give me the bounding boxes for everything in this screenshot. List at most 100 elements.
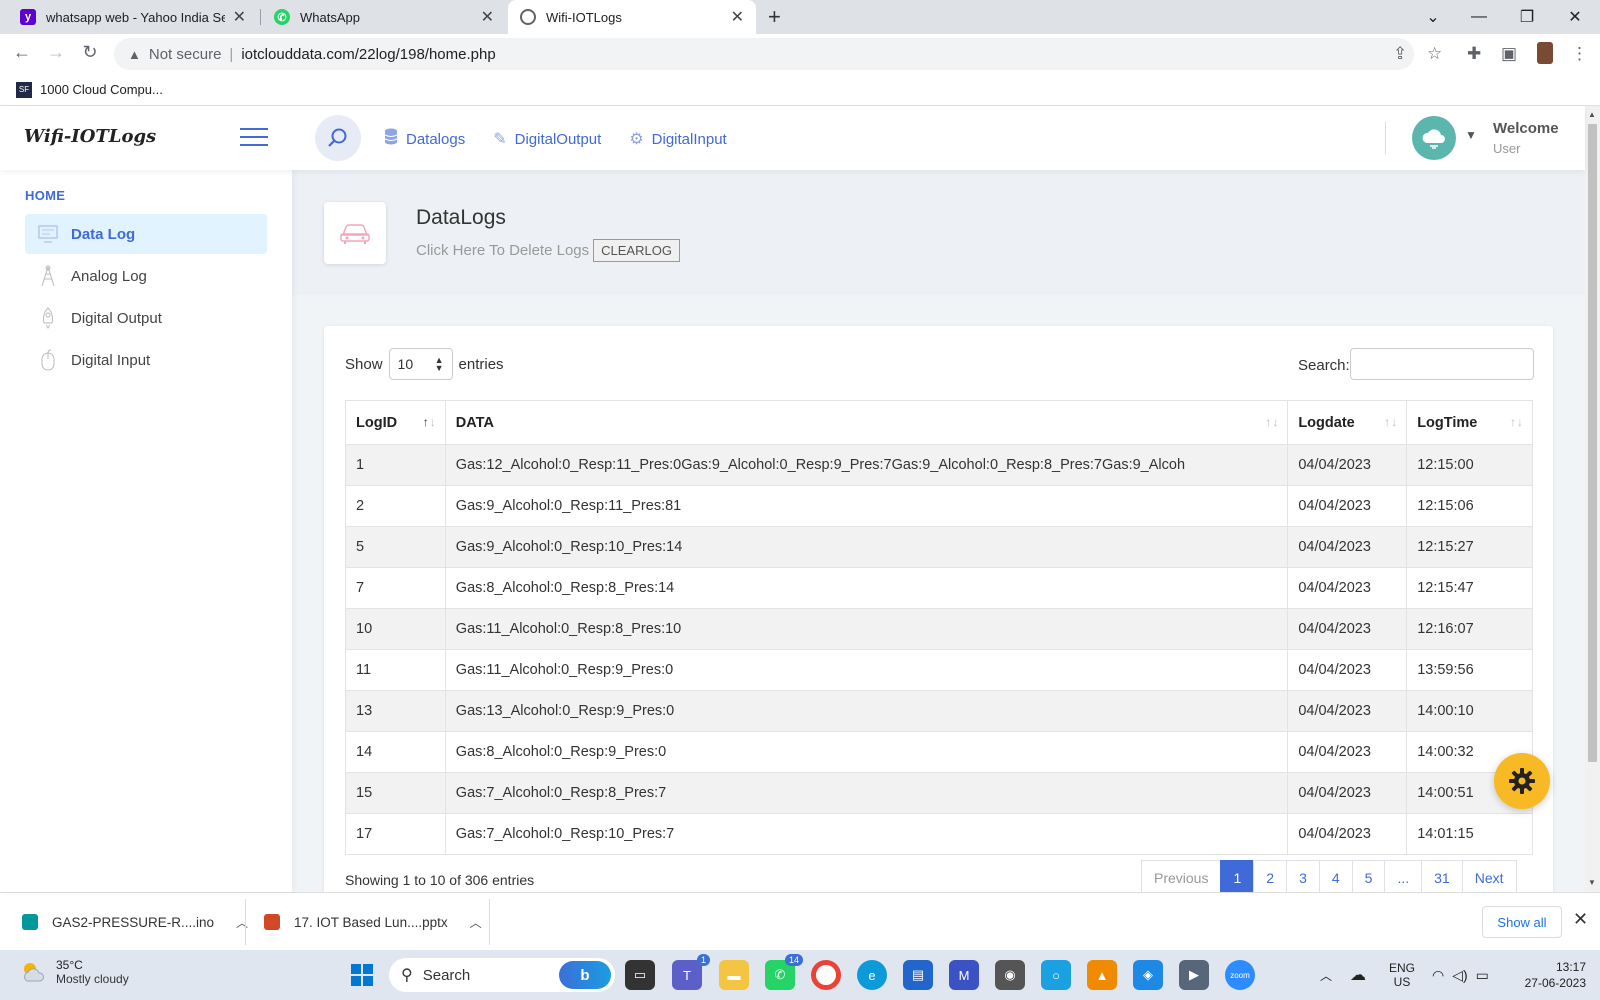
teams-icon[interactable]: T1 <box>672 954 710 990</box>
zoom-icon[interactable]: zoom <box>1225 960 1255 990</box>
column-header-logdate[interactable]: Logdate ↑↓ <box>1287 400 1408 445</box>
tab-whatsapp[interactable]: ✆ WhatsApp ✕ <box>262 0 506 34</box>
wifi-icon: ◠ <box>1432 966 1445 983</box>
language-indicator[interactable]: ENG US <box>1389 950 1415 1000</box>
clock[interactable]: 13:17 27-06-2023 <box>1512 950 1586 1000</box>
scroll-up-icon[interactable]: ▲ <box>1588 110 1596 119</box>
file-explorer-icon[interactable]: ▬ <box>719 960 749 990</box>
cell-logtime: 12:15:27 <box>1406 526 1533 568</box>
chevron-up-icon[interactable]: ︿ <box>236 914 248 931</box>
column-header-data[interactable]: DATA ↑↓ <box>444 400 1289 445</box>
search-icon[interactable] <box>315 115 361 161</box>
share-icon[interactable]: ⇪ <box>1393 44 1407 64</box>
pagination-page[interactable]: 2 <box>1253 860 1288 892</box>
app-logo[interactable]: Wifi-IOTLogs <box>24 126 156 147</box>
side-panel-icon[interactable]: ▣ <box>1501 44 1517 64</box>
gear-icon: ⚙ <box>629 131 644 148</box>
chrome-icon[interactable] <box>811 960 841 990</box>
download-item[interactable]: 17. IOT Based Lun....pptx ︿ <box>264 893 482 951</box>
user-avatar[interactable] <box>1412 116 1456 160</box>
page-title-bar: DataLogs Click Here To Delete Logs CLEAR… <box>292 170 1585 295</box>
tab-search-button[interactable]: ⌄ <box>1410 0 1456 34</box>
table-search-input[interactable] <box>1350 348 1534 380</box>
weather-widget[interactable]: 35°C Mostly cloudy <box>20 958 129 986</box>
onedrive-icon[interactable]: ☁ <box>1350 950 1366 1000</box>
whatsapp-icon[interactable]: ✆ 14 <box>765 954 803 990</box>
settings-gear-button[interactable] <box>1494 753 1550 809</box>
back-icon[interactable]: ← <box>10 42 34 63</box>
tab-wifi-iotlogs[interactable]: Wifi-IOTLogs ✕ <box>508 0 756 34</box>
pagination-page[interactable]: 1 <box>1220 860 1255 892</box>
menu-icon[interactable]: ⋮ <box>1571 44 1588 64</box>
pagination-page[interactable]: 4 <box>1318 860 1353 892</box>
store-icon[interactable]: ▤ <box>903 960 933 990</box>
app-icon[interactable]: M <box>949 960 979 990</box>
pagination-page[interactable]: 31 <box>1421 860 1463 892</box>
security-label[interactable]: Not secure <box>149 46 222 63</box>
task-view-icon[interactable]: ▭ <box>625 960 655 990</box>
edit-icon: ✎ <box>493 131 507 148</box>
new-tab-button[interactable]: + <box>768 4 781 30</box>
cell-data: Gas:9_Alcohol:0_Resp:11_Pres:81 <box>444 485 1289 527</box>
sidebar-item-digital-input[interactable]: Digital Input <box>25 340 267 380</box>
bookmark-star-icon[interactable]: ☆ <box>1427 44 1442 64</box>
hamburger-menu-icon[interactable] <box>240 128 268 148</box>
bookmark-item[interactable]: 1000 Cloud Compu... <box>40 82 163 97</box>
show-all-downloads-button[interactable]: Show all <box>1482 906 1562 938</box>
clock-date: 27-06-2023 <box>1524 976 1586 990</box>
cell-logid: 14 <box>345 731 446 773</box>
nav-label: DigitalOutput <box>514 130 602 148</box>
scroll-down-icon[interactable]: ▼ <box>1588 878 1596 887</box>
profile-avatar[interactable] <box>1537 42 1553 64</box>
pagination-next[interactable]: Next <box>1461 860 1517 892</box>
tray-chevron-icon[interactable]: ︿ <box>1320 950 1332 1000</box>
pagination-previous[interactable]: Previous <box>1141 860 1222 892</box>
window-close-button[interactable]: ✕ <box>1552 0 1598 34</box>
page-scrollbar[interactable]: ▲ ▼ <box>1585 106 1600 892</box>
system-tray-icons[interactable]: ◠ ◁) ▭ <box>1432 950 1489 1000</box>
nav-digitalinput[interactable]: ⚙ DigitalInput <box>629 128 726 150</box>
reload-icon[interactable]: ↻ <box>78 42 102 63</box>
sidebar-item-data-log[interactable]: Data Log <box>25 214 267 254</box>
clearlog-button[interactable]: CLEARLOG <box>593 239 680 262</box>
close-icon[interactable]: ✕ <box>481 7 494 27</box>
close-icon[interactable]: ✕ <box>1573 909 1588 930</box>
close-icon[interactable]: ✕ <box>731 7 744 27</box>
top-navigation: Datalogs ✎ DigitalOutput ⚙ DigitalInput <box>384 128 727 150</box>
sidebar-item-analog-log[interactable]: Analog Log <box>25 256 267 296</box>
close-icon[interactable]: ✕ <box>233 7 246 27</box>
chevron-up-icon[interactable]: ︿ <box>470 914 482 931</box>
taskbar-search[interactable]: ⚲ Search b <box>389 958 615 992</box>
app-icon[interactable]: ◈ <box>1133 960 1163 990</box>
warning-icon[interactable]: ▲ <box>128 47 141 62</box>
url-text[interactable]: iotclouddata.com/22log/198/home.php <box>241 46 495 63</box>
column-header-logtime[interactable]: LogTime ↑↓ <box>1406 400 1533 445</box>
column-header-logid[interactable]: LogID ↑↓ <box>345 400 446 445</box>
sidebar-item-digital-output[interactable]: Digital Output <box>25 298 267 338</box>
table-row: 11 Gas:11_Alcohol:0_Resp:9_Pres:0 04/04/20… <box>345 649 1533 691</box>
chevron-down-icon[interactable]: ▼ <box>1465 128 1477 142</box>
windows-start-icon[interactable] <box>347 960 377 990</box>
tab-yahoo-search[interactable]: y whatsapp web - Yahoo India Sear ✕ <box>8 0 258 34</box>
vlc-icon[interactable]: ▲ <box>1087 960 1117 990</box>
entries-label: entries <box>458 355 504 373</box>
nav-digitaloutput[interactable]: ✎ DigitalOutput <box>493 128 601 150</box>
camera-icon[interactable]: ◉ <box>995 960 1025 990</box>
page-title: DataLogs <box>416 206 506 229</box>
app-icon[interactable]: ▶ <box>1179 960 1209 990</box>
tab-title: whatsapp web - Yahoo India Sear <box>46 9 225 25</box>
address-bar[interactable]: ▲ Not secure | iotclouddata.com/22log/19… <box>114 38 1414 70</box>
pagination-page[interactable]: 3 <box>1286 860 1320 892</box>
entries-select[interactable]: 10 ▲ ▼ <box>388 348 453 380</box>
gear-icon <box>1509 768 1535 794</box>
app-icon[interactable]: ○ <box>1041 960 1071 990</box>
edge-icon[interactable]: e <box>857 960 887 990</box>
nav-datalogs[interactable]: Datalogs <box>384 128 465 150</box>
pagination-page[interactable]: 5 <box>1351 860 1386 892</box>
download-item[interactable]: GAS2-PRESSURE-R....ino ︿ <box>22 893 248 951</box>
forward-icon[interactable]: → <box>44 42 68 63</box>
extensions-icon[interactable]: ✚ <box>1467 44 1481 64</box>
restore-button[interactable]: ❐ <box>1504 0 1550 34</box>
scroll-thumb[interactable] <box>1588 124 1597 762</box>
minimize-button[interactable]: — <box>1456 0 1502 34</box>
